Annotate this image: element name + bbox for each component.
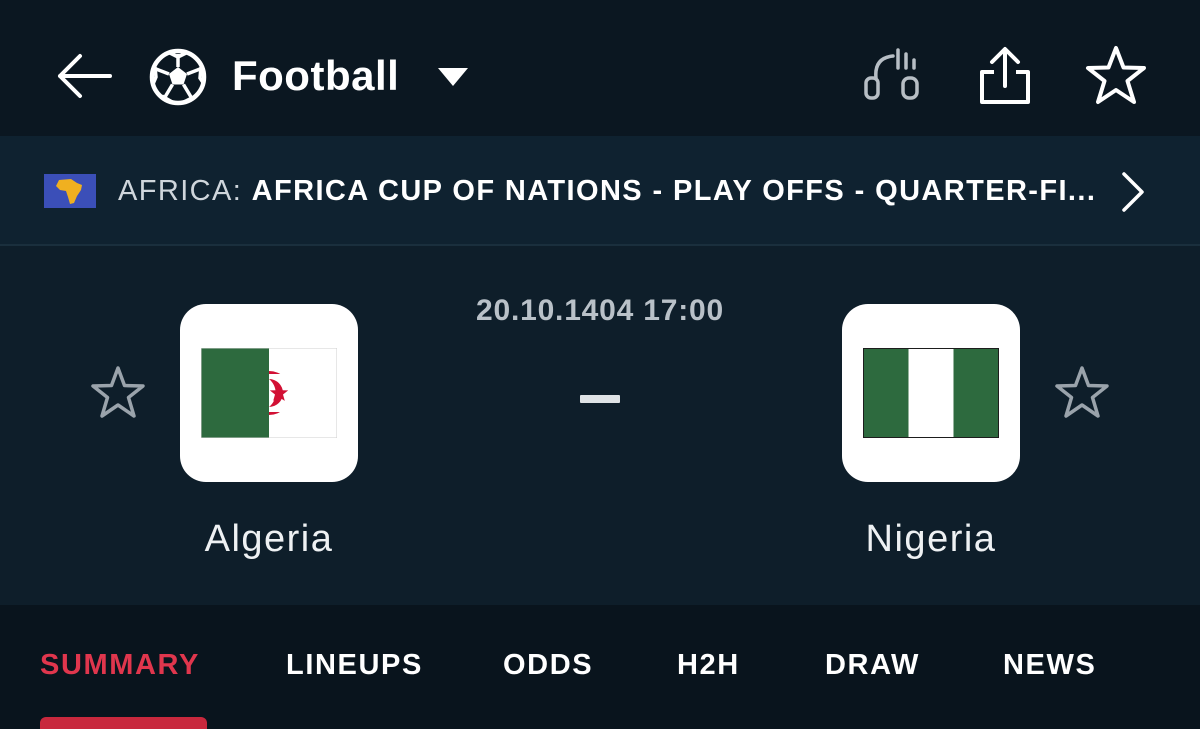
tab-summary[interactable]: SUMMARY [40, 649, 200, 682]
away-team-favorite-star-icon[interactable] [1052, 364, 1112, 424]
share-icon[interactable] [972, 44, 1038, 108]
top-bar: Football [0, 0, 1200, 136]
match-tabs: SUMMARY LINEUPS ODDS H2H DRAW NEWS [0, 605, 1200, 729]
league-title: AFRICA: AFRICA CUP OF NATIONS - PLAY OFF… [118, 174, 1096, 208]
league-country: AFRICA: [118, 175, 243, 207]
league-banner[interactable]: AFRICA: AFRICA CUP OF NATIONS - PLAY OFF… [0, 136, 1200, 246]
league-name: AFRICA CUP OF NATIONS - PLAY OFFS - QUAR… [251, 175, 1097, 207]
chevron-right-icon [1122, 172, 1144, 212]
home-team-favorite-star-icon[interactable] [88, 364, 148, 424]
nigeria-flag-icon [863, 348, 999, 438]
algeria-flag-icon [201, 348, 337, 438]
sport-selector-label[interactable]: Football [232, 51, 399, 101]
audio-commentary-icon[interactable] [860, 44, 926, 106]
soccer-ball-icon [149, 48, 207, 106]
tab-h2h[interactable]: H2H [677, 649, 740, 682]
score-separator [580, 395, 620, 403]
active-tab-indicator [40, 717, 207, 729]
africa-flag-icon [44, 174, 96, 208]
star-outline-icon[interactable] [1083, 44, 1149, 108]
tab-draw[interactable]: DRAW [825, 649, 920, 682]
away-team-logo[interactable] [842, 304, 1020, 482]
tab-news[interactable]: NEWS [1003, 649, 1096, 682]
tab-lineups[interactable]: LINEUPS [286, 649, 423, 682]
back-button[interactable] [52, 46, 116, 106]
home-team-name[interactable]: Algeria [139, 518, 399, 561]
away-team-name[interactable]: Nigeria [801, 518, 1061, 561]
match-header: 20.10.1404 17:00 Algeria Nigeria [0, 248, 1200, 604]
tab-odds[interactable]: ODDS [503, 649, 593, 682]
arrow-left-icon [58, 54, 112, 98]
home-team-logo[interactable] [180, 304, 358, 482]
caret-down-icon[interactable] [436, 66, 470, 88]
